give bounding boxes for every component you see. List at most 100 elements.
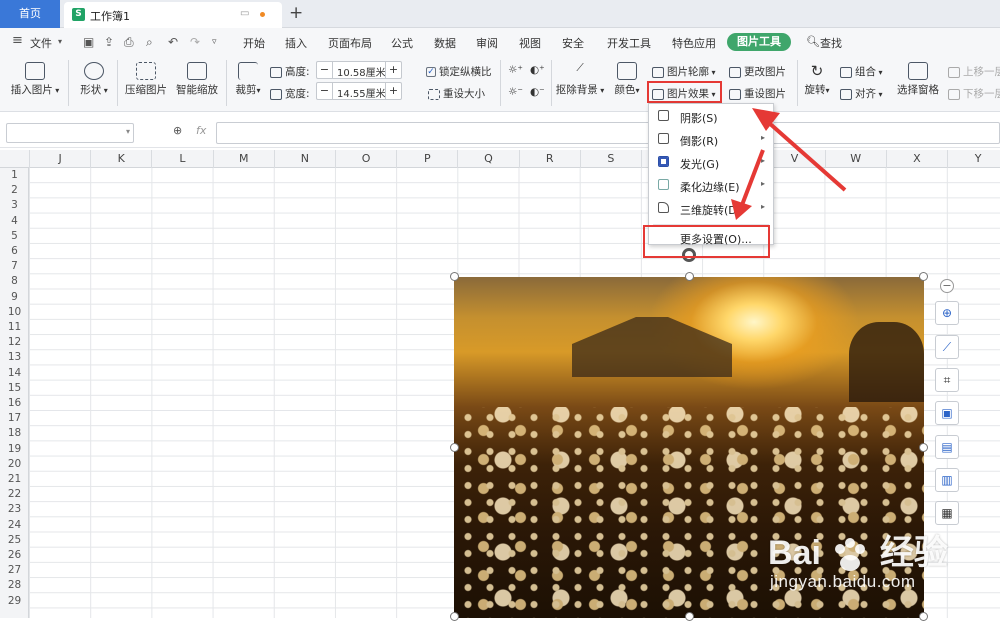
menu-item-soft-edges[interactable]: 柔化边缘(E) ▸ [649, 174, 773, 197]
tab-picture-tools[interactable]: 图片工具 [727, 33, 791, 51]
menu-formula[interactable]: 公式 [391, 35, 413, 51]
menu-item-shadow[interactable]: 阴影(S) ▸ [649, 105, 773, 128]
menu-data[interactable]: 数据 [434, 35, 456, 51]
column-header[interactable]: R [518, 150, 580, 168]
column-header[interactable]: Y [947, 150, 1000, 168]
width-field[interactable]: −14.55厘米 + [316, 82, 402, 100]
row-header[interactable]: 17 [0, 411, 29, 426]
row-header[interactable]: 6 [0, 244, 29, 259]
change-picture-button[interactable]: 更改图片 [729, 64, 786, 79]
print-icon[interactable]: ⎙ [124, 35, 134, 50]
zoom-picture-icon[interactable]: ⊕ [935, 301, 959, 325]
reset-size-button[interactable]: 重设大小 [428, 86, 485, 101]
zoom-formula-icon[interactable]: ⊕ [173, 124, 182, 137]
undo-icon[interactable]: ↶ [168, 35, 178, 49]
menu-security[interactable]: 安全 [562, 35, 584, 51]
row-header[interactable]: 16 [0, 396, 29, 411]
smart-zoom-button[interactable]: 智能缩放 [176, 62, 218, 97]
row-header[interactable]: 29 [0, 594, 29, 609]
collapse-toolbar-icon[interactable]: − [940, 279, 954, 293]
column-header[interactable]: M [212, 150, 274, 168]
print-preview-icon[interactable]: ⌕ [146, 35, 153, 50]
shape-button[interactable]: 形状 ▾ [76, 62, 112, 97]
compress-float-icon[interactable]: ▣ [935, 401, 959, 425]
resize-handle[interactable] [450, 612, 459, 621]
row-header[interactable]: 15 [0, 381, 29, 396]
lock-ratio-checkbox[interactable]: ✓ 锁定纵横比 [426, 64, 492, 79]
remove-background-button[interactable]: ⟋ 抠除背景 ▾ [555, 62, 605, 97]
row-header[interactable]: 14 [0, 366, 29, 381]
row-header[interactable]: 11 [0, 320, 29, 335]
crop-button[interactable]: 裁剪▾ [233, 62, 263, 97]
export-icon[interactable]: ⇪ [104, 35, 114, 49]
selection-pane-button[interactable]: 选择窗格 [896, 62, 940, 97]
row-header[interactable]: 13 [0, 350, 29, 365]
column-header[interactable]: W [824, 150, 886, 168]
row-header[interactable]: 2 [0, 183, 29, 198]
picture-translate-icon[interactable]: ▥ [935, 468, 959, 492]
row-header[interactable]: 24 [0, 518, 29, 533]
row-header[interactable]: 3 [0, 198, 29, 213]
bring-forward-button[interactable]: 上移一层 [948, 64, 1000, 79]
menu-item-glow[interactable]: 发光(G) ▸ [649, 151, 773, 174]
resize-handle[interactable] [450, 272, 459, 281]
column-header[interactable]: K [90, 150, 151, 168]
monitor-icon[interactable]: ▭ [240, 8, 249, 19]
row-header[interactable]: 27 [0, 563, 29, 578]
menu-special[interactable]: 特色应用 [672, 35, 716, 51]
new-tab-button[interactable]: + [289, 3, 303, 23]
row-header[interactable]: 4 [0, 214, 29, 229]
menu-view[interactable]: 视图 [519, 35, 541, 51]
row-header[interactable]: 19 [0, 442, 29, 457]
row-header[interactable]: 7 [0, 259, 29, 274]
row-header[interactable]: 12 [0, 335, 29, 350]
formula-input[interactable] [216, 122, 1000, 144]
column-header[interactable]: O [335, 150, 396, 168]
menu-file[interactable]: 文件 [30, 35, 52, 51]
cutout-icon[interactable]: ⟋ [935, 335, 959, 359]
row-header[interactable]: 8 [0, 274, 29, 289]
resize-handle[interactable] [919, 612, 928, 621]
group-button[interactable]: 组合 ▾ [840, 64, 883, 79]
column-header[interactable]: P [396, 150, 457, 168]
brightness-down-icon[interactable]: ☼⁻ [508, 86, 523, 98]
compress-picture-button[interactable]: 压缩图片 [125, 62, 167, 97]
save-icon[interactable]: ▣ [83, 35, 94, 49]
reset-picture-button[interactable]: 重设图片 [729, 86, 786, 101]
column-header[interactable]: N [273, 150, 335, 168]
menu-start[interactable]: 开始 [243, 35, 265, 51]
hamburger-icon[interactable]: ≡ [12, 33, 23, 48]
menu-item-3d-rotation[interactable]: 三维旋转(D) ▸ [649, 197, 773, 220]
row-header[interactable]: 23 [0, 502, 29, 517]
row-header[interactable]: 28 [0, 578, 29, 593]
row-header[interactable]: 22 [0, 487, 29, 502]
name-box[interactable]: ▾ [6, 123, 134, 143]
picture-outline-button[interactable]: 图片轮廓 ▾ [652, 64, 716, 79]
menu-review[interactable]: 审阅 [476, 35, 498, 51]
menu-search[interactable]: 查找 [820, 35, 842, 51]
row-header[interactable]: 5 [0, 229, 29, 244]
resize-handle[interactable] [685, 612, 694, 621]
menu-item-reflection[interactable]: 倒影(R) ▸ [649, 128, 773, 151]
select-all-corner[interactable] [0, 150, 29, 168]
contrast-up-icon[interactable]: ◐⁺ [530, 64, 545, 76]
fx-icon[interactable]: fx [196, 124, 206, 137]
column-header[interactable]: X [885, 150, 947, 168]
menu-page-layout[interactable]: 页面布局 [328, 35, 372, 51]
column-header[interactable]: J [29, 150, 90, 168]
row-header[interactable]: 25 [0, 533, 29, 548]
resize-handle[interactable] [450, 443, 459, 452]
chevron-down-icon[interactable]: ▾ [58, 37, 62, 46]
resize-handle[interactable] [919, 272, 928, 281]
menu-insert[interactable]: 插入 [285, 35, 307, 51]
picture-settings-icon[interactable]: ▦ [935, 501, 959, 525]
customize-qa-icon[interactable]: ▿ [212, 37, 217, 47]
crop-float-icon[interactable]: ⌗ [935, 368, 959, 392]
row-header[interactable]: 26 [0, 548, 29, 563]
column-header[interactable]: L [151, 150, 212, 168]
redo-icon[interactable]: ↷ [190, 35, 200, 49]
height-decrease-button[interactable]: − [317, 62, 333, 78]
width-decrease-button[interactable]: − [317, 83, 333, 99]
column-header[interactable]: S [579, 150, 641, 168]
row-header[interactable]: 20 [0, 457, 29, 472]
